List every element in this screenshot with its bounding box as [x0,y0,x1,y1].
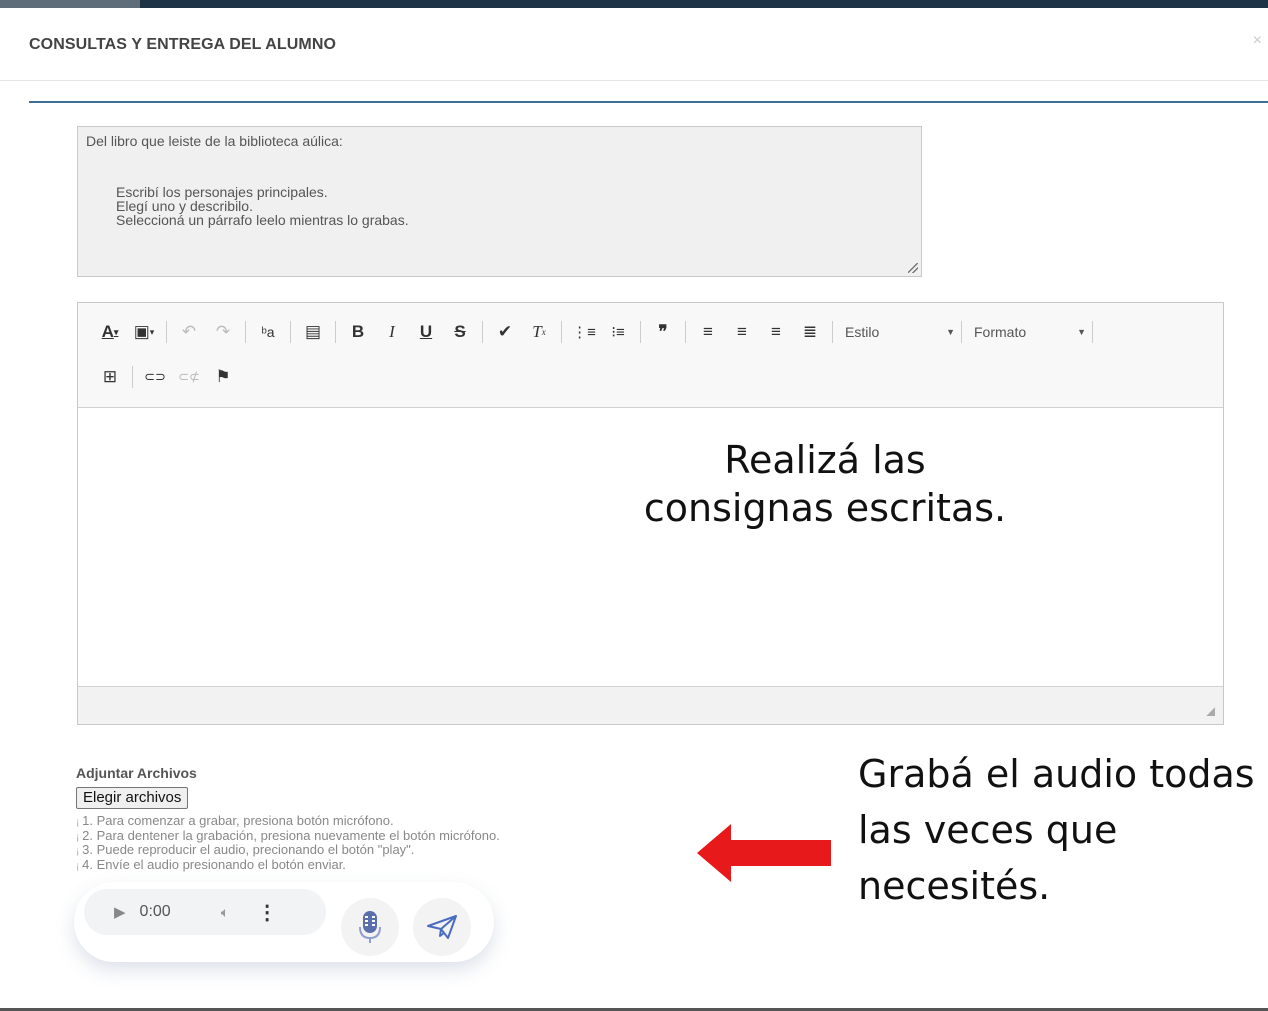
resize-grip-icon[interactable] [1206,707,1215,716]
bold-icon[interactable]: B [344,318,372,346]
microphone-icon [359,911,381,943]
underline-icon[interactable]: U [412,318,440,346]
top-bar [0,0,1268,8]
copy-format-icon[interactable]: ✔ [491,318,519,346]
consigna-lines: Escribí los personajes principales. Eleg… [116,185,913,227]
send-button[interactable] [413,898,471,956]
consigna-intro: Del libro que leiste de la biblioteca aú… [86,133,343,149]
top-bar-fade [0,0,140,8]
toolbar-separator [961,321,962,343]
toolbar-separator [290,321,291,343]
microphone-button[interactable] [341,898,399,956]
modal-header: CONSULTAS Y ENTREGA DEL ALUMNO × [0,8,1268,81]
toolbar-separator [245,321,246,343]
toolbar-separator [1092,321,1093,343]
toolbar-separator [335,321,336,343]
editor-footer [78,686,1223,724]
align-center-icon[interactable]: ≡ [728,318,756,346]
chevron-down-icon: ▼ [1077,327,1086,337]
toolbar-separator [640,321,641,343]
unlink-icon[interactable]: ⊂⊄ [175,363,203,391]
audio-time: 0:00 [139,903,171,920]
align-right-icon[interactable]: ≡ [762,318,790,346]
toolbar-row-2: ⊞ ⊂⊃ ⊂⊄ ⚑ [96,363,243,391]
resize-grip-icon[interactable] [908,263,918,273]
background-color-icon[interactable]: ▣ ▾ [130,318,158,346]
toolbar-separator [685,321,686,343]
modal-title: CONSULTAS Y ENTREGA DEL ALUMNO [29,36,337,53]
annotation-line: consignas escritas. [643,486,1007,530]
choose-files-button[interactable]: Elegir archivos [76,787,189,809]
audio-annotation: Grabá el audio todas las veces que neces… [858,750,1263,910]
header-divider [29,101,1268,103]
text-color-icon[interactable]: A ▾ [96,318,124,346]
play-icon[interactable]: ▶ [114,903,126,921]
toolbar-separator [132,366,133,388]
format-combo[interactable]: Formato ▼ [970,319,1090,345]
align-left-icon[interactable]: ≡ [694,318,722,346]
toolbar-separator [561,321,562,343]
consigna-textarea[interactable]: Del libro que leiste de la biblioteca aú… [77,126,922,277]
align-justify-icon[interactable]: ≣ [796,318,824,346]
numbered-list-icon[interactable]: ⋮≡ [570,318,598,346]
close-icon[interactable]: × [1253,32,1262,50]
format-combo-label: Formato [974,324,1027,340]
annotation-line: Realizá las [724,438,926,482]
toolbar-separator [482,321,483,343]
editor-toolbar: A ▾ ▣ ▾ ↶ ↷ ᵇa ▤ B I U S ✔ Tx ⋮≡ ⁝≡ ❞ ≡ ≡ … [78,303,1223,408]
replace-icon[interactable]: ᵇa [254,318,282,346]
volume-icon[interactable]: 🔈︎ [221,904,229,921]
consigna-line: Escribí los personajes principales. [116,184,328,200]
chevron-down-icon: ▼ [946,327,955,337]
style-combo[interactable]: Estilo ▼ [841,319,959,345]
red-arrow-icon [697,824,831,882]
toolbar-row-1: A ▾ ▣ ▾ ↶ ↷ ᵇa ▤ B I U S ✔ Tx ⋮≡ ⁝≡ ❞ ≡ ≡ … [96,318,1101,346]
blockquote-icon[interactable]: ❞ [649,318,677,346]
toolbar-separator [166,321,167,343]
italic-icon[interactable]: I [378,318,406,346]
consigna-line: Seleccioná un párrafo leelo mientras lo … [116,212,409,228]
redo-icon[interactable]: ↷ [209,318,237,346]
annotation-line: las veces que [858,808,1118,852]
anchor-flag-icon[interactable]: ⚑ [209,363,237,391]
annotation-line: Grabá el audio todas [858,752,1255,796]
style-combo-label: Estilo [845,324,880,340]
remove-format-icon[interactable]: Tx [525,318,553,346]
bulleted-list-icon[interactable]: ⁝≡ [604,318,632,346]
audio-player: ▶ 0:00 🔈︎ ⋮ [84,889,326,935]
attach-label: Adjuntar Archivos [76,765,197,781]
undo-icon[interactable]: ↶ [175,318,203,346]
more-options-icon[interactable]: ⋮ [257,900,277,925]
annotation-line: necesités. [858,864,1051,908]
instruction-item: 4. Envíe el audio presionando el botón e… [76,858,500,874]
strikethrough-icon[interactable]: S [446,318,474,346]
paper-plane-icon [427,915,457,939]
consigna-line: Elegí uno y describilo. [116,198,253,214]
toolbar-separator [832,321,833,343]
link-icon[interactable]: ⊂⊃ [141,363,169,391]
editor-annotation: Realizá las consignas escritas. [590,436,1060,532]
paste-icon[interactable]: ▤ [299,318,327,346]
table-icon[interactable]: ⊞ [96,363,124,391]
recording-instructions: 1. Para comenzar a grabar, presiona botó… [76,814,500,874]
